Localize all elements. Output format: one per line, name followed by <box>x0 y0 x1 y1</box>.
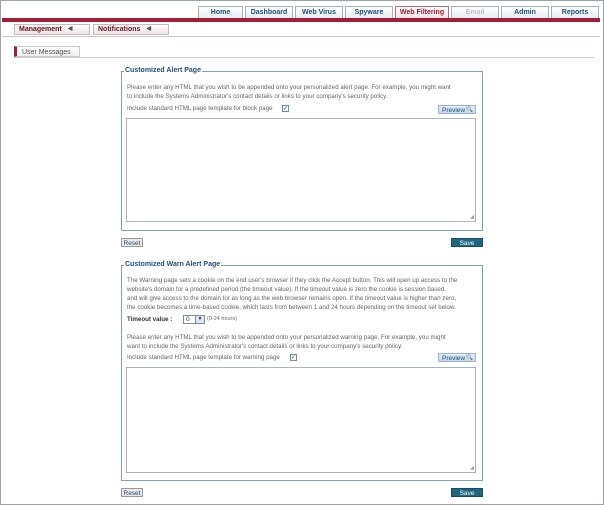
warn-html-textarea[interactable]: ◢ <box>126 367 476 473</box>
tab-dashboard[interactable]: Dashboard <box>245 6 293 18</box>
warn-template-label: Include standard HTML page template for … <box>127 354 280 361</box>
timeout-hint: (0-24 hours) <box>207 316 237 322</box>
subnav-notifications-label: Notifications <box>98 26 141 33</box>
subnav-management-label: Management <box>19 26 62 33</box>
subnav-notifications[interactable]: Notifications ◀ <box>93 24 169 35</box>
warn-reset-button[interactable]: Reset <box>121 488 143 497</box>
alert-page-description-line1: Please enter any HTML that you wish to b… <box>127 84 451 91</box>
alert-reset-button[interactable]: Reset <box>121 238 143 247</box>
warn-description-line3: and will give access to the domain for a… <box>127 295 457 302</box>
tab-reports[interactable]: Reports <box>551 6 599 18</box>
subnav-management[interactable]: Management ◀ <box>14 24 90 35</box>
alert-html-textarea[interactable]: ◢ <box>126 118 476 222</box>
tab-web-virus[interactable]: Web Virus <box>295 6 343 18</box>
alert-template-checkbox[interactable]: ✓ <box>282 105 289 112</box>
warn-template-checkbox[interactable]: ✓ <box>290 354 297 361</box>
warn-description-line1: The Warning page sets a cookie on the en… <box>127 277 458 284</box>
warn-preview-label: Preview <box>442 355 466 362</box>
alert-page-description-line2: to include the Systems Administrator's c… <box>127 93 388 100</box>
nav-bar-stripe <box>2 18 600 22</box>
tab-user-messages[interactable]: User Messages <box>14 46 80 57</box>
warn-page-title: Customized Warn Alert Page <box>124 261 222 268</box>
chevron-down-icon: ▼ <box>195 316 204 323</box>
resize-grip-icon: ◢ <box>470 214 474 220</box>
tab-email[interactable]: Email <box>451 6 499 18</box>
tab-home[interactable]: Home <box>198 6 243 18</box>
timeout-select[interactable]: 0 ▼ <box>183 315 205 324</box>
warn-description-line2: website's domain for a predefined period… <box>127 286 446 293</box>
warn-save-button[interactable]: Save <box>451 488 483 497</box>
alert-preview-button[interactable]: Preview 🔍 <box>438 105 476 114</box>
sub-nav: Management ◀ Notifications ◀ <box>14 24 169 35</box>
warn-html-line2: want to include the Systems Administrato… <box>127 343 403 350</box>
timeout-label: Timeout value : <box>127 316 173 323</box>
timeout-value: 0 <box>186 316 190 323</box>
resize-grip-icon: ◢ <box>470 465 474 471</box>
chevron-left-icon: ◀ <box>67 26 73 32</box>
alert-save-button[interactable]: Save <box>451 238 483 247</box>
magnifier-icon: 🔍 <box>465 107 473 113</box>
warn-preview-button[interactable]: Preview 🔍 <box>438 353 476 362</box>
warn-description-line4: the cookie becomes a time-based cookie, … <box>127 304 456 311</box>
warn-html-line1: Please enter any HTML that you wish to b… <box>127 334 446 341</box>
subnav-divider <box>2 36 600 37</box>
magnifier-icon: 🔍 <box>465 355 473 361</box>
alert-template-label: Include standard HTML page template for … <box>127 105 273 112</box>
top-nav: Home Dashboard Web Virus Spyware Web Fil… <box>198 6 599 18</box>
tab-admin[interactable]: Admin <box>501 6 549 18</box>
chevron-left-icon: ◀ <box>146 26 152 32</box>
page-tab-divider <box>14 57 594 58</box>
tab-spyware[interactable]: Spyware <box>345 6 393 18</box>
alert-preview-label: Preview <box>442 107 466 114</box>
tab-web-filtering[interactable]: Web Filtering <box>395 6 449 18</box>
alert-page-title: Customized Alert Page <box>124 67 202 74</box>
